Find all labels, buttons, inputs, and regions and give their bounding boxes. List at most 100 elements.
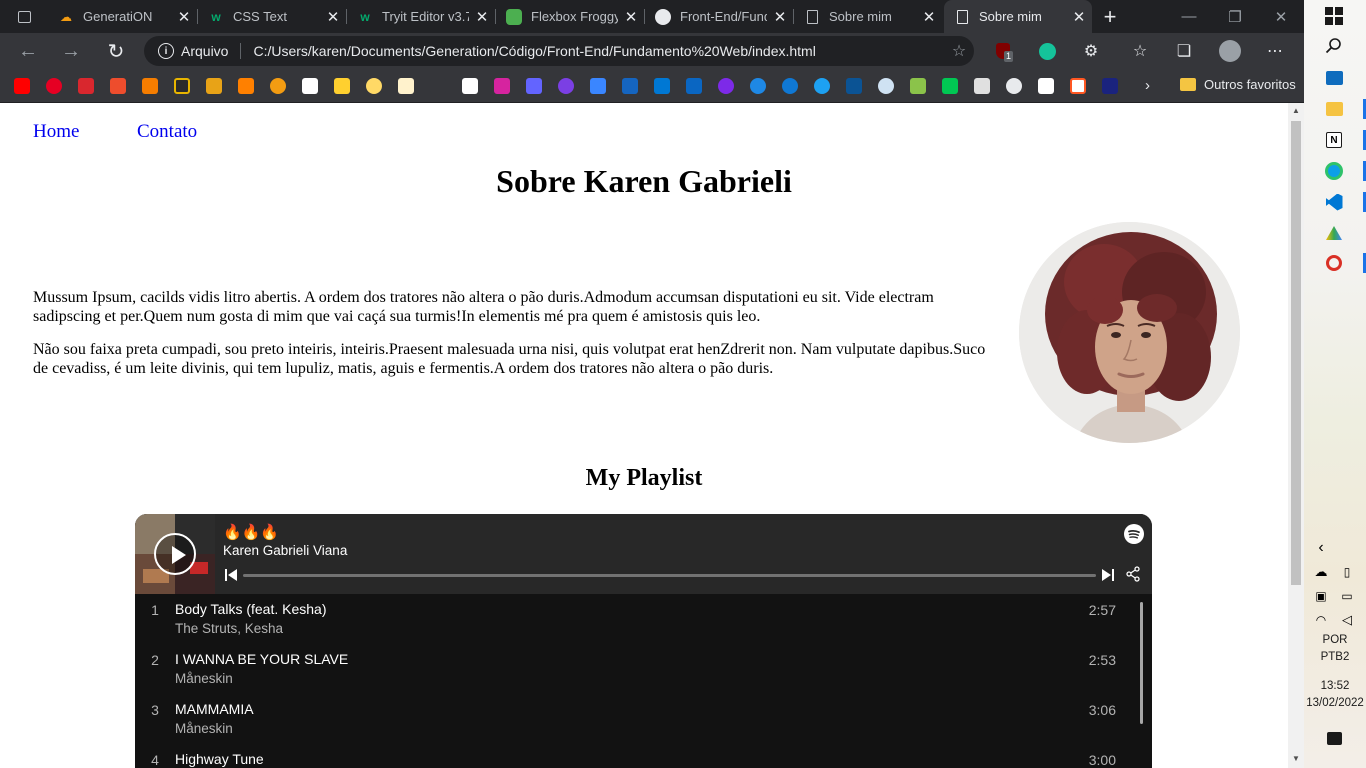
ublock-extension-icon[interactable]: 1 [992,40,1014,62]
square-icon[interactable] [974,78,990,94]
shop-icon[interactable] [110,78,126,94]
spotify-logo-icon[interactable] [1124,524,1144,544]
twitter-icon[interactable] [814,78,830,94]
close-tab-icon[interactable]: ✕ [618,8,644,26]
calendar-icon[interactable] [590,78,606,94]
tab-tryit-editor[interactable]: w Tryit Editor v3.7 ✕ [347,0,495,33]
map-icon[interactable] [910,78,926,94]
track-row[interactable]: 3 MAMMAMIA Måneskin 3:06 [135,694,1135,744]
close-tab-icon[interactable]: ✕ [171,8,197,26]
grammarly-icon[interactable] [1036,40,1058,62]
document-icon[interactable] [1070,78,1086,94]
instagram-icon[interactable] [494,78,510,94]
search-icon[interactable] [1323,35,1345,57]
amazon-icon[interactable] [302,78,318,94]
playlist-owner[interactable]: Karen Gabrieli Viana [223,543,347,558]
close-tab-icon[interactable]: ✕ [320,8,346,26]
nav-link-home[interactable]: Home [33,121,79,143]
volume-icon[interactable]: ◁ [1336,609,1358,631]
restore-button[interactable]: ❐ [1212,0,1258,33]
mastodon-icon[interactable] [526,78,542,94]
bug-icon[interactable] [878,78,894,94]
clock-date[interactable]: 13/02/2022 [1304,697,1366,709]
track-artist[interactable]: Måneskin [175,721,233,736]
previous-track-icon[interactable] [225,568,237,582]
tree-icon[interactable] [942,78,958,94]
play-button[interactable] [154,533,196,575]
track-row[interactable]: 4 Highway Tune 3:00 [135,744,1135,768]
track-row[interactable]: 1 Body Talks (feat. Kesha) The Struts, K… [135,594,1135,644]
scrollbar-thumb[interactable] [1291,121,1301,585]
notifications-icon[interactable] [1323,727,1345,749]
chevron-left-icon[interactable]: ‹ [1310,537,1332,559]
circle-icon[interactable] [750,78,766,94]
location-icon[interactable] [558,78,574,94]
track-list-scrollbar[interactable] [1140,602,1143,724]
extensions-icon[interactable]: ⚙ [1080,40,1102,62]
notes-icon[interactable] [398,78,414,94]
vscode-icon[interactable] [1323,191,1345,213]
windows-start-icon[interactable] [1323,5,1345,27]
bp-icon[interactable] [462,78,478,94]
blogger-icon[interactable] [238,78,254,94]
back-button[interactable]: ← [12,35,44,67]
new-tab-button[interactable]: + [1096,0,1124,33]
pinterest-icon[interactable] [46,78,62,94]
cloud-icon[interactable] [270,78,286,94]
tab-generation[interactable]: ☁ GeneratiON ✕ [48,0,197,33]
edge-browser-icon[interactable] [1323,160,1345,182]
collections-icon[interactable]: ❏ [1173,40,1195,62]
close-tab-icon[interactable]: ✕ [767,8,793,26]
play-icon[interactable] [206,78,222,94]
playlist-name[interactable]: 🔥🔥🔥 [223,523,279,541]
app-icon[interactable] [1323,252,1345,274]
next-track-icon[interactable] [1102,568,1114,582]
mega-icon[interactable] [78,78,94,94]
wifi-icon[interactable]: ◠ [1310,609,1332,631]
canva-icon[interactable] [718,78,734,94]
github-icon[interactable] [1006,78,1022,94]
tab-sobre-mim-1[interactable]: Sobre mim ✕ [794,0,942,33]
close-tab-icon[interactable]: ✕ [1066,8,1092,26]
keyboard-layout[interactable]: PTB2 [1304,651,1366,663]
youtube-icon[interactable] [14,78,30,94]
profile-avatar-icon[interactable] [1219,40,1241,62]
spotify-embed[interactable]: 🔥🔥🔥 Karen Gabrieli Viana 1 Body Talks (f… [135,514,1152,768]
file-explorer-icon[interactable] [1323,98,1345,120]
scroll-up-arrow-icon[interactable]: ▲ [1288,106,1304,115]
drive-icon[interactable] [1323,222,1345,244]
dots-icon[interactable] [430,78,446,94]
track-artist[interactable]: Måneskin [175,671,233,686]
close-window-button[interactable]: ✕ [1258,0,1304,33]
minimize-button[interactable]: — [1166,0,1212,33]
forward-button[interactable]: → [55,35,87,67]
hexagon-icon[interactable] [846,78,862,94]
nav-link-contato[interactable]: Contato [137,121,197,143]
clock-time[interactable]: 13:52 [1304,680,1366,692]
linkedin-icon[interactable] [686,78,702,94]
miro-icon[interactable] [334,78,350,94]
url-text[interactable]: C:/Users/karen/Documents/Generation/Códi… [253,43,944,59]
tab-flexbox-froggy[interactable]: Flexbox Froggy ✕ [496,0,644,33]
other-favorites-folder[interactable]: Outros favoritos [1180,77,1296,92]
track-row[interactable]: 2 I WANNA BE YOUR SLAVE Måneskin 2:53 [135,644,1135,694]
outlook-icon[interactable] [654,78,670,94]
address-bar[interactable]: i Arquivo C:/Users/karen/Documents/Gener… [144,36,974,66]
add-favorite-icon[interactable]: ☆ [944,41,974,61]
app-icon[interactable] [1102,78,1118,94]
mail-icon[interactable] [1323,67,1345,89]
share-icon[interactable] [1125,566,1141,582]
onedrive-icon[interactable] [782,78,798,94]
bookmark-icon[interactable] [174,78,190,94]
tab-github-front-end[interactable]: Front-End/Fund ✕ [645,0,793,33]
tab-css-text[interactable]: w CSS Text ✕ [198,0,346,33]
page-scrollbar[interactable]: ▲ ▼ [1288,103,1304,768]
notion-icon[interactable]: N [1323,129,1345,151]
progress-bar[interactable] [243,574,1096,577]
more-menu-icon[interactable]: ⋯ [1264,40,1286,62]
battery-icon[interactable]: ▭ [1336,585,1358,607]
track-artist[interactable]: The Struts, Kesha [175,621,283,636]
network-status-icon[interactable]: ▣ [1310,585,1332,607]
tab-sobre-mim-active[interactable]: Sobre mim ✕ [944,0,1092,33]
close-tab-icon[interactable]: ✕ [916,8,942,26]
